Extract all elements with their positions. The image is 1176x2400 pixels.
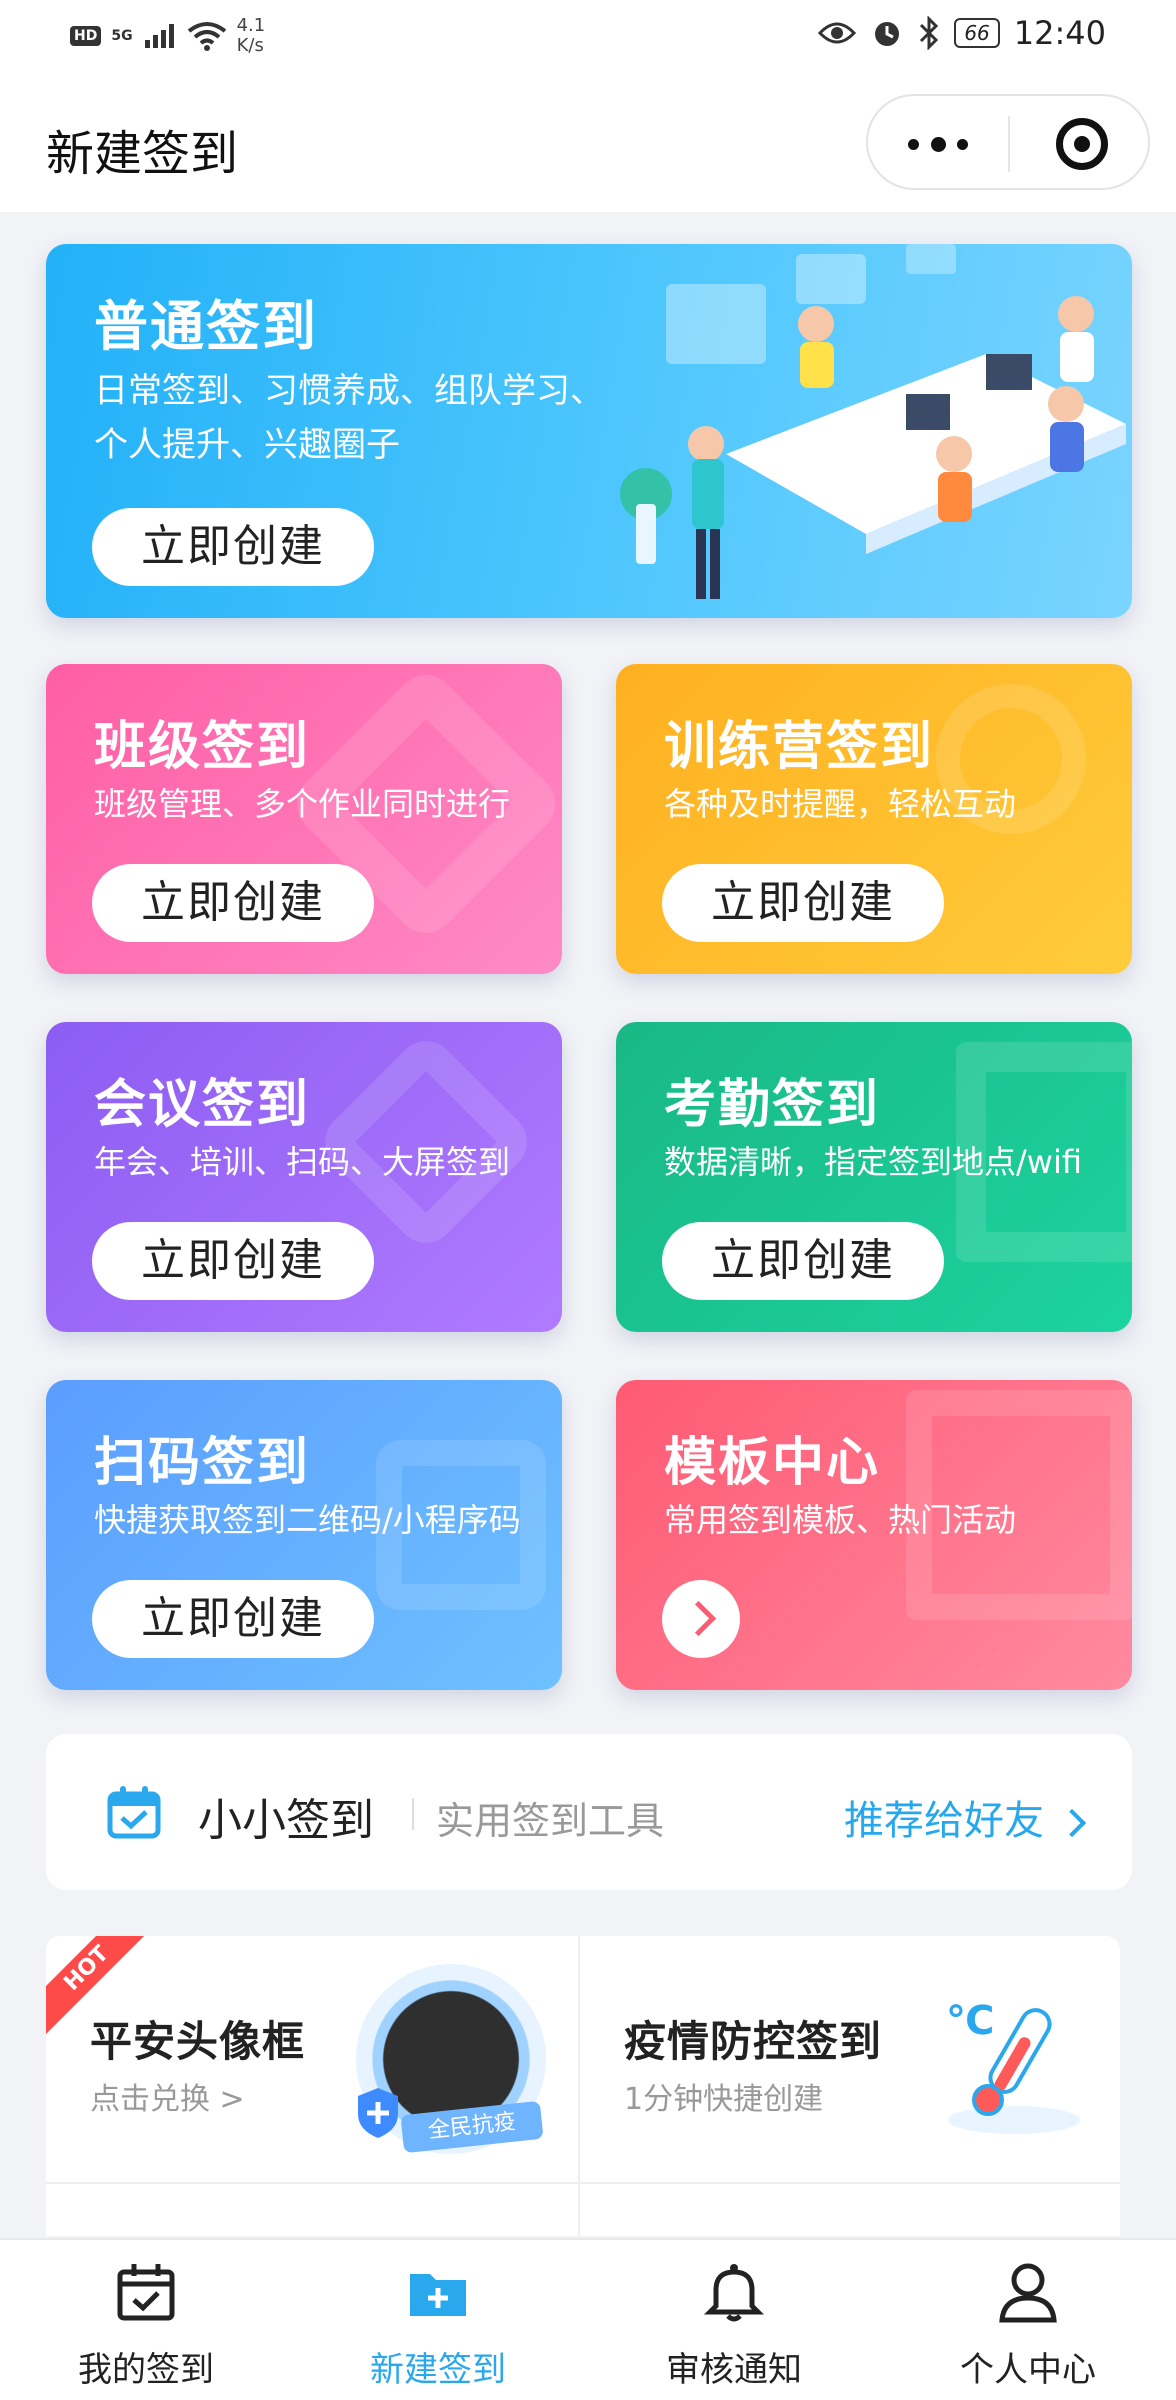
card-meeting-checkin[interactable]: 会议签到 年会、培训、扫码、大屏签到 立即创建 xyxy=(46,1022,562,1332)
card-desc: 班级管理、多个作业同时进行 xyxy=(94,785,511,823)
card-attendance-checkin[interactable]: 考勤签到 数据清晰，指定签到地点/wifi 立即创建 xyxy=(616,1022,1132,1332)
template-arrow-button[interactable] xyxy=(662,1580,740,1658)
activity-sub: 1分钟快捷创建 xyxy=(624,2082,824,2117)
card-desc: 数据清晰，指定签到地点/wifi xyxy=(664,1143,1083,1181)
tab-label: 我的签到 xyxy=(78,2350,214,2390)
create-class-button[interactable]: 立即创建 xyxy=(92,864,374,942)
create-attendance-button[interactable]: 立即创建 xyxy=(662,1222,944,1300)
alarm-icon xyxy=(875,22,900,46)
card-title: 训练营签到 xyxy=(664,717,935,777)
folder-plus-icon xyxy=(410,2274,466,2316)
card-class-checkin[interactable]: 班级签到 班级管理、多个作业同时进行 立即创建 xyxy=(46,664,562,974)
network-label: 5G xyxy=(111,28,133,44)
net-speed: 4.1 K/s xyxy=(236,15,266,56)
promo-strip: 小小签到 实用签到工具 推荐给好友 xyxy=(46,1734,1132,1890)
calendar-check-icon xyxy=(117,2264,175,2321)
office-illustration xyxy=(620,244,1126,599)
wifi-icon xyxy=(187,22,226,51)
bluetooth-icon xyxy=(920,16,939,50)
card-desc: 各种及时提醒，轻松互动 xyxy=(664,785,1017,823)
create-scan-button[interactable]: 立即创建 xyxy=(92,1580,374,1658)
card-title: 会议签到 xyxy=(94,1075,311,1135)
tab-profile[interactable]: 个人中心 xyxy=(928,2260,1128,2391)
card-desc: 常用签到模板、热门活动 xyxy=(664,1501,1017,1539)
status-bar: HD 5G 4.1 K/s 66 12:40 xyxy=(0,0,1176,76)
calendar-check-icon xyxy=(107,1786,161,1839)
nav-header: 新建签到 xyxy=(0,76,1176,212)
card-title: 普通签到 xyxy=(94,295,318,358)
close-target-icon[interactable] xyxy=(1056,118,1108,170)
card-title: 模板中心 xyxy=(664,1433,881,1493)
card-scan-checkin[interactable]: 扫码签到 快捷获取签到二维码/小程序码 立即创建 xyxy=(46,1380,562,1690)
clock: 12:40 xyxy=(1013,14,1106,52)
divider xyxy=(412,1798,414,1830)
card-template-center[interactable]: 模板中心 常用签到模板、热门活动 xyxy=(616,1380,1132,1690)
panel-divider xyxy=(46,2182,1120,2184)
more-icon[interactable] xyxy=(908,132,968,156)
create-camp-button[interactable]: 立即创建 xyxy=(662,864,944,942)
card-desc: 日常签到、习惯养成、组队学习、 个人提升、兴趣圈子 xyxy=(94,364,604,472)
card-desc: 年会、培训、扫码、大屏签到 xyxy=(94,1143,511,1181)
card-desc-line: 日常签到、习惯养成、组队学习、 xyxy=(94,371,604,411)
create-normal-button[interactable]: 立即创建 xyxy=(92,508,374,586)
eye-icon xyxy=(818,22,857,44)
activity-sub: 点击兑换 > xyxy=(90,2082,245,2117)
tab-label: 新建签到 xyxy=(370,2350,506,2390)
activity-title: 疫情防控签到 xyxy=(624,2017,883,2066)
card-desc: 快捷获取签到二维码/小程序码 xyxy=(94,1501,521,1539)
status-right: 66 12:40 xyxy=(818,14,1106,52)
card-desc-line: 个人提升、兴趣圈子 xyxy=(94,425,400,465)
card-normal-checkin[interactable]: 普通签到 日常签到、习惯养成、组队学习、 个人提升、兴趣圈子 立即创建 xyxy=(46,244,1132,618)
card-title: 班级签到 xyxy=(94,717,311,777)
tab-new-checkin[interactable]: 新建签到 xyxy=(338,2260,538,2391)
card-title: 考勤签到 xyxy=(664,1075,881,1135)
app-tagline: 实用签到工具 xyxy=(436,1799,665,1843)
avatar-frame-activity[interactable]: 平安头像框 点击兑换 > 全民抗疫 xyxy=(46,1936,578,2182)
capsule-divider xyxy=(1008,116,1010,172)
hd-badge: HD xyxy=(70,26,102,46)
create-meeting-button[interactable]: 立即创建 xyxy=(92,1222,374,1300)
tab-review-notice[interactable]: 审核通知 xyxy=(634,2260,834,2391)
activity-title: 平安头像框 xyxy=(90,2017,306,2066)
thermometer-icon xyxy=(948,2008,1080,2134)
tab-bar: 我的签到 新建签到 审核通知 个人中心 xyxy=(0,2238,1176,2400)
share-button[interactable]: 推荐给好友 xyxy=(844,1788,1082,1846)
bell-icon xyxy=(703,2264,765,2322)
activity-panel: HOT 平安头像框 点击兑换 > 全民抗疫 疫情防控签到 1分钟快捷创建 ℃ xyxy=(46,1936,1120,2236)
status-left: HD 5G 4.1 K/s xyxy=(70,16,265,56)
shield-icon xyxy=(358,2088,398,2138)
tab-label: 审核通知 xyxy=(666,2350,802,2390)
tab-label: 个人中心 xyxy=(960,2350,1096,2390)
signal-icon xyxy=(144,24,174,48)
battery-icon: 66 xyxy=(954,18,1000,48)
card-title: 扫码签到 xyxy=(94,1433,311,1493)
tab-my-checkins[interactable]: 我的签到 xyxy=(46,2260,246,2391)
person-icon xyxy=(999,2263,1057,2323)
app-name: 小小签到 xyxy=(198,1795,374,1846)
page-title: 新建签到 xyxy=(46,126,239,182)
mini-program-capsule xyxy=(866,94,1150,190)
card-camp-checkin[interactable]: 训练营签到 各种及时提醒，轻松互动 立即创建 xyxy=(616,664,1132,974)
